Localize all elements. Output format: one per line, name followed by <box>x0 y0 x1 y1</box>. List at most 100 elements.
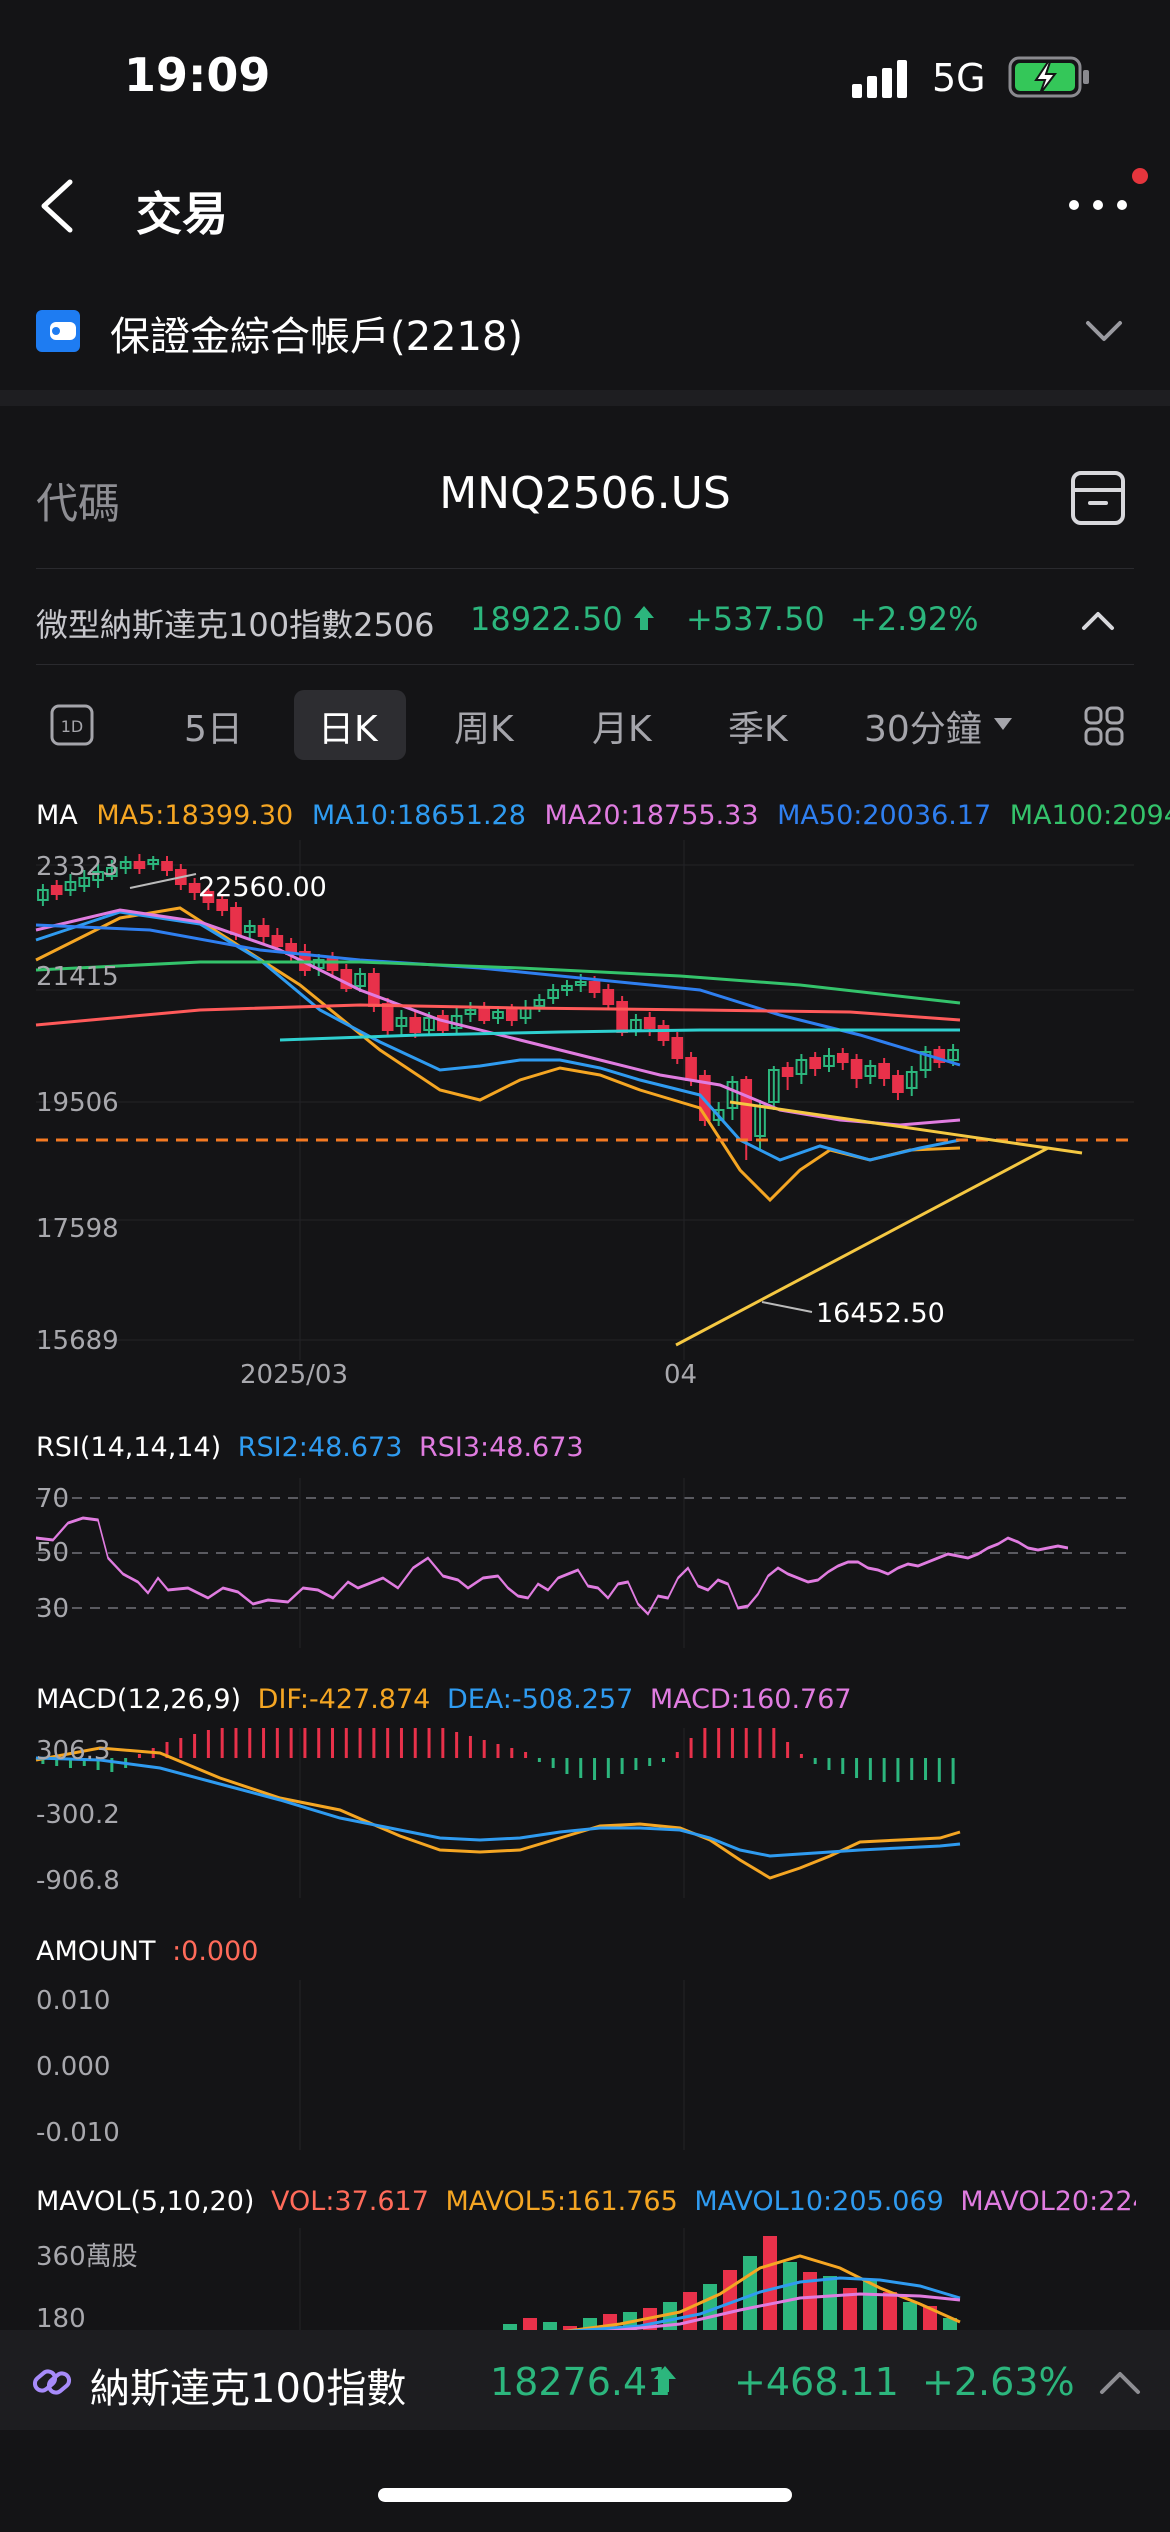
candle-body <box>271 935 284 947</box>
grid-icon[interactable] <box>1084 706 1124 746</box>
chevron-up-icon[interactable] <box>1098 2368 1142 2396</box>
amount-legend: AMOUNT :0.000 <box>36 1936 258 1967</box>
rsi3-value: RSI3:48.673 <box>418 1432 584 1463</box>
macd-value: MACD:160.767 <box>649 1684 852 1715</box>
arrow-up-icon <box>634 606 654 630</box>
volume-bar <box>883 2292 897 2332</box>
quote-change: +537.50 <box>686 600 825 638</box>
candle-body <box>326 957 339 971</box>
svg-text:1D: 1D <box>61 717 84 736</box>
amount-axis-top: 0.010 <box>36 1986 111 2016</box>
candle-body <box>257 925 270 937</box>
tab-monthly[interactable]: 月K <box>592 700 652 752</box>
amount-value: :0.000 <box>172 1936 259 1967</box>
rsi-axis-30: 30 <box>36 1594 70 1624</box>
candle-body <box>781 1067 794 1077</box>
candle-body <box>230 907 242 935</box>
footer-index-name: 納斯達克100指數 <box>90 2366 407 2412</box>
divider <box>36 664 1134 665</box>
account-selector[interactable]: 保證金綜合帳戶(2218) <box>110 304 523 362</box>
ma100-value: MA100:2094 <box>1009 800 1170 831</box>
footer-index-percent: +2.63% <box>922 2360 1075 2404</box>
y-axis-label: 17598 <box>36 1214 119 1244</box>
candlestick-chart[interactable] <box>0 840 1170 1400</box>
period-1d-icon[interactable]: 1D <box>50 704 94 746</box>
ma5-value: MA5:18399.30 <box>96 800 294 831</box>
tab-weekly[interactable]: 周K <box>454 700 514 752</box>
amount-label: AMOUNT <box>36 1936 156 1967</box>
ma-legend: MA MA5:18399.30 MA10:18651.28 MA20:18755… <box>36 800 1170 831</box>
candle-body <box>50 885 63 895</box>
rsi-axis-70: 70 <box>36 1484 70 1514</box>
candle-body <box>588 981 601 993</box>
ma20-value: MA20:18755.33 <box>544 800 759 831</box>
caret-down-icon <box>994 718 1012 730</box>
status-time: 19:09 <box>124 48 271 102</box>
candle-body <box>478 1007 491 1021</box>
high-marker: 22560.00 <box>198 872 327 903</box>
macd-axis-top: 306.3 <box>36 1736 111 1766</box>
volume-bar <box>823 2276 837 2332</box>
volume-bar <box>763 2236 777 2332</box>
volume-bar <box>863 2280 877 2332</box>
volume-bar <box>783 2262 797 2332</box>
tab-30min[interactable]: 30分鐘 <box>864 700 982 752</box>
page-title: 交易 <box>136 187 228 241</box>
home-indicator[interactable] <box>378 2488 792 2502</box>
network-label: 5G <box>932 56 986 100</box>
chevron-up-icon[interactable] <box>1080 608 1116 632</box>
quote-price: 18922.50 <box>470 600 623 638</box>
candle-body <box>836 1053 849 1063</box>
volume-bar <box>683 2292 697 2332</box>
volume-bar <box>663 2302 677 2332</box>
battery-icon <box>1008 56 1089 98</box>
candle-body <box>368 973 380 1007</box>
candle-body <box>133 861 146 869</box>
tab-daily[interactable]: 日K <box>318 700 378 752</box>
candle-body <box>671 1037 684 1059</box>
amount-axis-mid: 0.000 <box>36 2052 111 2082</box>
ma50-value: MA50:20036.17 <box>777 800 992 831</box>
quote-percent: +2.92% <box>850 600 979 638</box>
volume-bar <box>903 2302 917 2332</box>
mavol10-value: MAVOL10:205.069 <box>694 2186 944 2217</box>
candle-body <box>505 1009 518 1021</box>
mavol-legend: MAVOL(5,10,20) VOL:37.617 MAVOL5:161.765… <box>36 2186 1136 2217</box>
candle-body <box>643 1017 656 1029</box>
volume-axis-top: 360萬股 <box>36 2242 138 2272</box>
volume-chart <box>299 2228 961 2332</box>
arrow-up-icon <box>654 2366 676 2392</box>
macd-axis-mid: -300.2 <box>36 1800 120 1830</box>
amount-axis-bottom: -0.010 <box>36 2118 120 2148</box>
section-separator <box>0 390 1170 406</box>
amount-chart <box>299 1980 685 2150</box>
candle-body <box>657 1025 670 1041</box>
candle-body <box>809 1057 822 1069</box>
tab-5day[interactable]: 5日 <box>184 700 243 752</box>
account-icon <box>36 310 80 352</box>
rsi-label: RSI(14,14,14) <box>36 1432 222 1463</box>
y-axis-label: 15689 <box>36 1326 119 1356</box>
mavol-label: MAVOL(5,10,20) <box>36 2186 255 2217</box>
rsi-axis-50: 50 <box>36 1538 70 1568</box>
candle-body <box>161 861 173 871</box>
box-icon[interactable] <box>1070 470 1126 526</box>
macd-dif-value: DIF:-427.874 <box>257 1684 431 1715</box>
footer-index-change: +468.11 <box>734 2360 899 2404</box>
candle-body <box>850 1059 863 1079</box>
y-axis-label: 19506 <box>36 1088 119 1118</box>
mavol-vol: VOL:37.617 <box>271 2186 429 2217</box>
contract-name: 微型納斯達克100指數2506 <box>36 606 435 644</box>
back-icon[interactable] <box>36 178 76 234</box>
tab-quarterly[interactable]: 季K <box>728 700 788 752</box>
low-marker: 16452.50 <box>816 1298 945 1329</box>
more-icon[interactable] <box>1068 198 1128 212</box>
symbol-display[interactable]: MNQ2506.US <box>0 468 1170 519</box>
x-axis-label: 04 <box>664 1360 698 1390</box>
rsi-legend: RSI(14,14,14) RSI2:48.673 RSI3:48.673 <box>36 1432 584 1463</box>
macd-dea-value: DEA:-508.257 <box>446 1684 634 1715</box>
chevron-down-icon[interactable] <box>1084 318 1124 344</box>
divider <box>36 568 1134 569</box>
macd-axis-bottom: -906.8 <box>36 1866 120 1896</box>
rsi2-value: RSI2:48.673 <box>237 1432 403 1463</box>
